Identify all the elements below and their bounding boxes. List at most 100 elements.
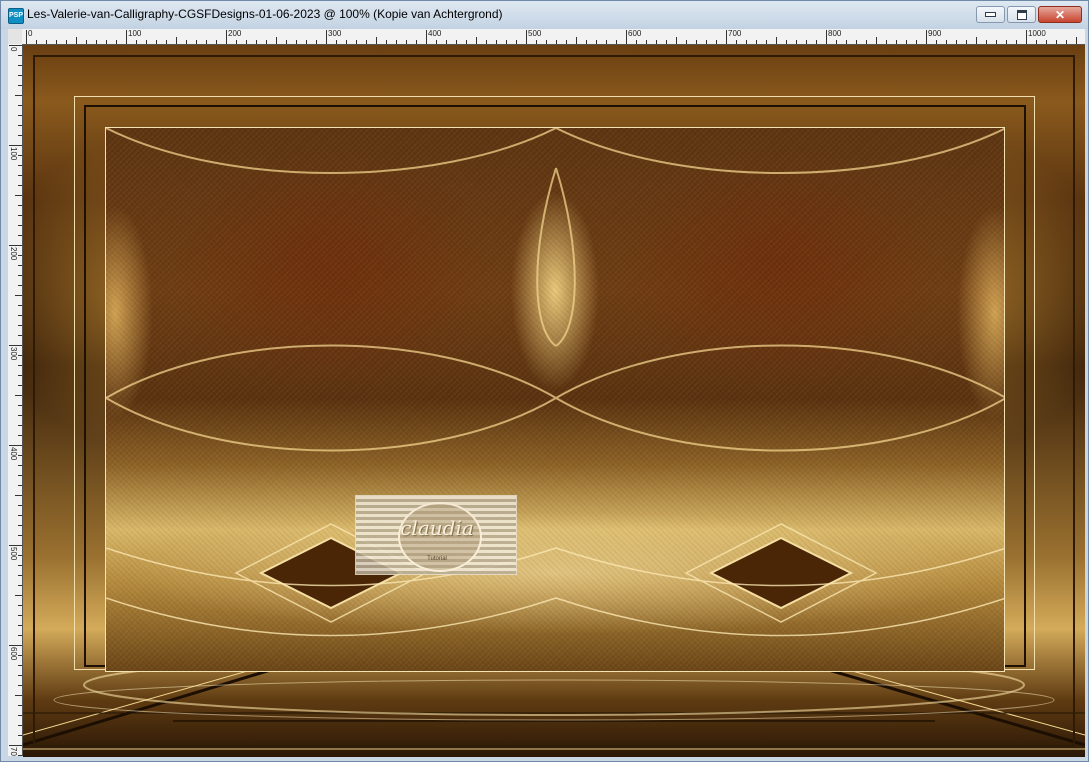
image-canvas[interactable]: claudia Tutorial xyxy=(23,45,1085,757)
ruler-label: 0 xyxy=(9,47,18,52)
ruler-label: 500 xyxy=(528,29,542,38)
ruler-tick xyxy=(18,355,22,356)
ruler-tick xyxy=(926,30,927,44)
ruler-tick xyxy=(1056,40,1057,44)
ruler-tick xyxy=(426,30,427,44)
ruler-tick xyxy=(18,555,22,556)
ruler-label: 400 xyxy=(428,29,442,38)
ruler-tick xyxy=(18,125,22,126)
ruler-tick xyxy=(18,605,22,606)
ruler-tick xyxy=(116,40,117,44)
ruler-tick xyxy=(18,75,22,76)
watermark-subtext: Tutorial xyxy=(427,556,447,562)
ruler-tick xyxy=(646,40,647,44)
maximize-button[interactable] xyxy=(1007,6,1036,23)
ruler-tick xyxy=(156,40,157,44)
ruler-tick xyxy=(546,40,547,44)
ruler-tick xyxy=(686,40,687,44)
ruler-tick xyxy=(18,505,22,506)
ruler-tick xyxy=(18,165,22,166)
ruler-label: 900 xyxy=(928,29,942,38)
ruler-tick xyxy=(336,40,337,44)
ruler-tick xyxy=(1076,37,1077,44)
ruler-tick xyxy=(946,40,947,44)
ruler-tick xyxy=(18,215,22,216)
ruler-tick xyxy=(1026,30,1027,44)
ruler-tick xyxy=(18,275,22,276)
ruler-tick xyxy=(216,40,217,44)
ruler-tick xyxy=(18,315,22,316)
ruler-tick xyxy=(376,37,377,44)
ruler-tick xyxy=(196,40,197,44)
ruler-tick xyxy=(436,40,437,44)
ruler-tick xyxy=(306,40,307,44)
ruler-tick xyxy=(15,495,22,496)
ruler-tick xyxy=(66,40,67,44)
ruler-tick xyxy=(496,40,497,44)
vertical-ruler[interactable]: 0 100 200 300 400 500 600 700 xyxy=(8,44,23,756)
ruler-tick xyxy=(606,40,607,44)
ruler-tick xyxy=(15,595,22,596)
ruler-tick xyxy=(636,40,637,44)
ruler-tick xyxy=(206,40,207,44)
psp-app-icon[interactable]: PSP xyxy=(8,8,24,24)
ruler-tick xyxy=(536,40,537,44)
ruler-tick xyxy=(276,37,277,44)
ruler-tick xyxy=(246,40,247,44)
ruler-tick xyxy=(9,545,22,546)
ruler-tick xyxy=(18,735,22,736)
horizontal-ruler[interactable]: 0 100 200 300 400 500 600 700 800 900 1000 xyxy=(22,29,1085,45)
ruler-tick xyxy=(18,85,22,86)
ruler-tick xyxy=(18,115,22,116)
ruler-label: 700 xyxy=(9,747,18,756)
ruler-tick xyxy=(18,405,22,406)
ruler-tick xyxy=(86,40,87,44)
ruler-tick xyxy=(716,40,717,44)
ruler-tick xyxy=(18,665,22,666)
ruler-tick xyxy=(18,235,22,236)
ruler-tick xyxy=(15,295,22,296)
ruler-tick xyxy=(18,455,22,456)
close-button[interactable]: ✕ xyxy=(1038,6,1082,23)
ruler-tick xyxy=(9,245,22,246)
ruler-tick xyxy=(15,95,22,96)
ruler-label: 400 xyxy=(9,447,18,461)
ruler-tick xyxy=(18,225,22,226)
ruler-tick xyxy=(886,40,887,44)
ruler-tick xyxy=(18,655,22,656)
ruler-tick xyxy=(18,325,22,326)
ruler-tick xyxy=(9,45,22,46)
ruler-tick xyxy=(666,40,667,44)
ruler-tick xyxy=(46,40,47,44)
maximize-icon xyxy=(1016,9,1027,20)
ruler-tick xyxy=(846,40,847,44)
arc-pattern xyxy=(106,128,1004,637)
ruler-tick xyxy=(18,265,22,266)
inner-artwork-panel xyxy=(105,127,1005,672)
ruler-tick xyxy=(326,30,327,44)
ruler-tick xyxy=(9,345,22,346)
ruler-tick xyxy=(386,40,387,44)
title-bar[interactable]: PSP Les-Valerie-van-Calligraphy-CGSFDesi… xyxy=(1,1,1088,29)
ruler-tick xyxy=(506,40,507,44)
ruler-tick xyxy=(476,37,477,44)
ruler-tick xyxy=(106,40,107,44)
ruler-tick xyxy=(786,40,787,44)
ruler-tick xyxy=(18,255,22,256)
ruler-tick xyxy=(18,675,22,676)
ruler-tick xyxy=(1036,40,1037,44)
ruler-tick xyxy=(696,40,697,44)
ruler-tick xyxy=(356,40,357,44)
ruler-tick xyxy=(346,40,347,44)
ruler-tick xyxy=(726,30,727,44)
ruler-tick xyxy=(806,40,807,44)
ruler-label: 300 xyxy=(9,347,18,361)
ruler-tick xyxy=(18,635,22,636)
ruler-tick xyxy=(236,40,237,44)
ruler-tick xyxy=(18,335,22,336)
minimize-button[interactable] xyxy=(976,6,1005,23)
ruler-tick xyxy=(18,725,22,726)
ruler-label: 0 xyxy=(28,29,33,38)
ruler-tick xyxy=(526,30,527,44)
ruler-tick xyxy=(876,37,877,44)
